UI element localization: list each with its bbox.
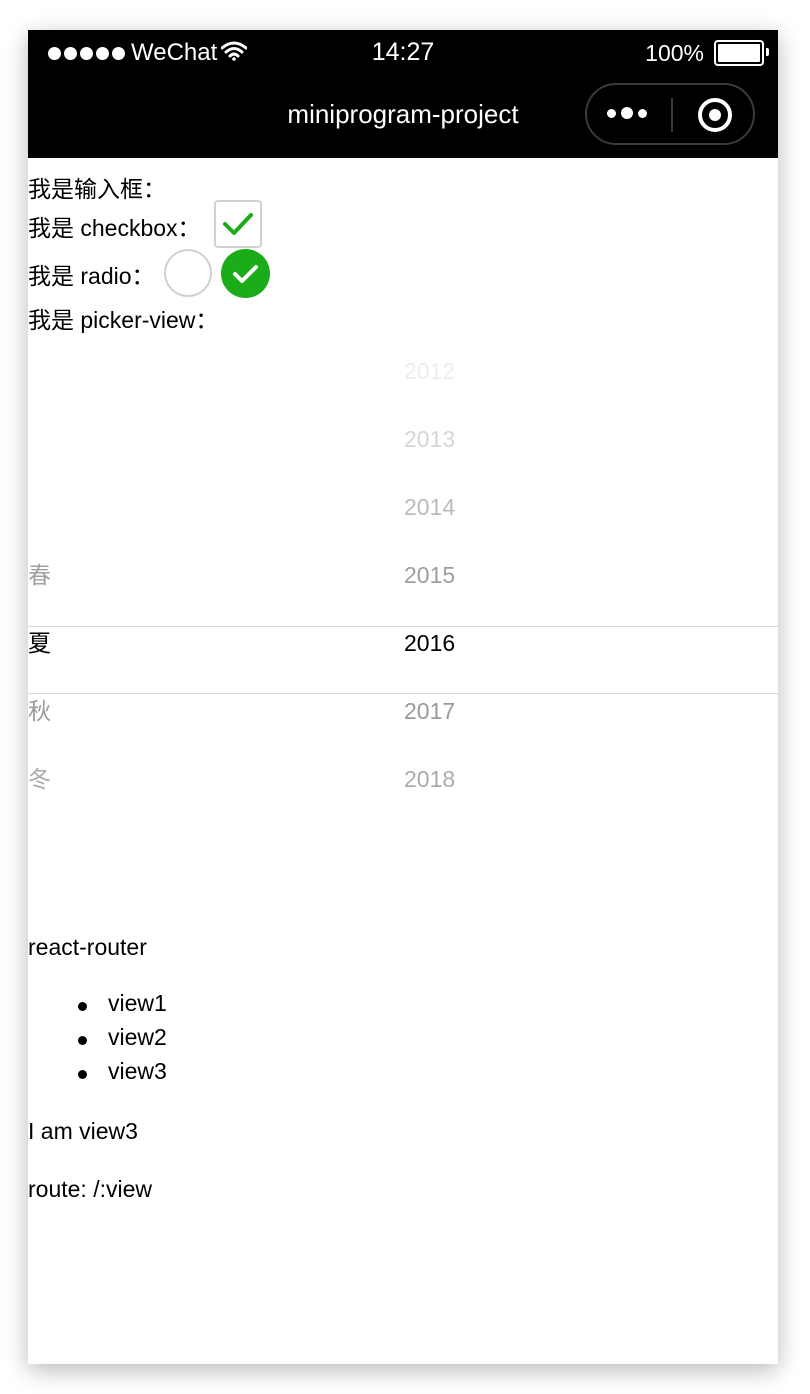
picker-season-item[interactable]: 冬 (28, 764, 51, 794)
router-heading: react-router (28, 934, 147, 960)
router-link-label[interactable]: view2 (108, 1024, 167, 1050)
picker-year-item-selected[interactable]: 2016 (404, 628, 455, 658)
bullet (78, 1036, 87, 1045)
picker-view[interactable]: 春 夏 秋 冬 2012 2013 2014 2015 2016 2017 20… (28, 330, 778, 990)
picker-season-item[interactable]: 春 (28, 560, 51, 590)
phone-frame: WeChat 14:27 100% miniprogram-project 我是… (28, 30, 778, 1364)
menu-capsule (585, 83, 755, 145)
router-link-label[interactable]: view3 (108, 1058, 167, 1084)
picker-season-item[interactable]: 秋 (28, 696, 51, 726)
picker-year-item[interactable]: 2013 (404, 424, 455, 454)
picker-year-item[interactable]: 2018 (404, 764, 455, 794)
input-label: 我是输入框： (28, 176, 166, 202)
picker-year-item[interactable]: 2012 (404, 356, 455, 386)
view-text: I am view3 (28, 1118, 138, 1144)
checkbox[interactable] (214, 200, 262, 248)
capsule-divider (671, 98, 673, 132)
bullet (78, 1002, 87, 1011)
picker-indicator-top (28, 626, 778, 627)
router-link-label[interactable]: view1 (108, 990, 167, 1016)
router-link-view2[interactable]: view2 (78, 1024, 167, 1051)
picker-season-item-selected[interactable]: 夏 (28, 628, 51, 658)
picker-year-item[interactable]: 2017 (404, 696, 455, 726)
picker-indicator-bottom (28, 693, 778, 694)
battery-icon (714, 40, 769, 66)
checkmark-icon (223, 213, 253, 235)
picker-year-item[interactable]: 2014 (404, 492, 455, 522)
route-text: route: /:view (28, 1176, 152, 1202)
bullet (78, 1070, 87, 1079)
checkbox-label: 我是 checkbox： (28, 215, 201, 241)
router-link-view3[interactable]: view3 (78, 1058, 167, 1085)
checkmark-icon (233, 265, 258, 283)
picker-year-item[interactable]: 2015 (404, 560, 455, 590)
radio-label: 我是 radio： (28, 263, 155, 289)
radio-option-checked[interactable] (221, 249, 270, 298)
close-miniprogram-icon[interactable] (698, 98, 732, 132)
navigation-bar: WeChat 14:27 100% miniprogram-project (28, 30, 778, 158)
more-icon[interactable] (607, 107, 652, 119)
router-link-view1[interactable]: view1 (78, 990, 167, 1017)
battery-percentage: 100% (645, 40, 704, 66)
battery-status: 100% (645, 40, 769, 66)
radio-option-unchecked[interactable] (164, 249, 212, 297)
